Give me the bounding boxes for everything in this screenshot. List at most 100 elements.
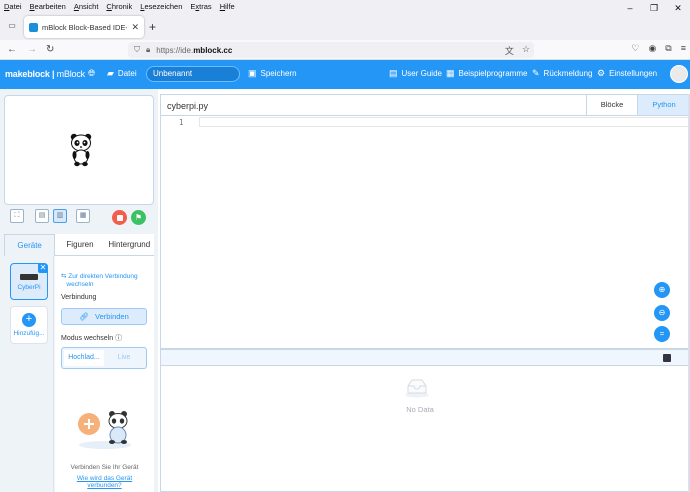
- menu-lesezeichen[interactable]: Lesezeichen: [140, 2, 182, 11]
- bookmark-star-icon[interactable]: ☆: [522, 44, 530, 57]
- grid-view-icon[interactable]: ▦: [76, 209, 90, 223]
- list-all-tabs-icon[interactable]: ▭: [4, 19, 20, 33]
- access-key: A: [73, 1, 79, 11]
- green-flag-icon[interactable]: ⚑: [131, 210, 146, 225]
- plus-icon: +: [22, 313, 36, 327]
- normal-stage-icon[interactable]: ▥: [53, 209, 67, 223]
- logo-product: mBlock: [56, 69, 86, 79]
- device-list: ✕ CyberPi + Hinzufüg...: [4, 256, 54, 492]
- user-guide-label: User Guide: [401, 69, 442, 78]
- feedback-button[interactable]: ✎ Rückmeldung: [532, 68, 592, 79]
- back-icon[interactable]: ←: [7, 43, 17, 57]
- stage[interactable]: [4, 95, 154, 205]
- image-icon: ▦: [446, 68, 455, 78]
- file-menu-button[interactable]: ▰ Datei: [107, 68, 137, 79]
- connection-label: Verbindung: [61, 294, 97, 301]
- line-number: 1: [179, 118, 184, 127]
- menu-extras[interactable]: Extras: [190, 2, 211, 11]
- device-name: CyberPi: [17, 284, 41, 291]
- translate-icon[interactable]: 文: [505, 44, 514, 57]
- tab-devices[interactable]: Geräte: [4, 234, 56, 256]
- how-to-connect-link[interactable]: Wie wird das Gerät verbunden?: [55, 475, 154, 489]
- add-device-button[interactable]: + Hinzufüg...: [10, 306, 48, 344]
- user-avatar[interactable]: [670, 65, 688, 83]
- user-guide-button[interactable]: ▤ User Guide: [389, 68, 442, 79]
- forward-icon[interactable]: →: [27, 43, 37, 57]
- tab-sprites[interactable]: Figuren: [55, 234, 105, 256]
- browser-tab[interactable]: mBlock Block-Based IDE- Codi ✕: [24, 16, 144, 38]
- help-icon[interactable]: ⓘ: [115, 335, 122, 342]
- browser-tab-title: mBlock Block-Based IDE- Codi: [42, 22, 128, 32]
- device-card-cyberpi[interactable]: ✕ CyberPi: [10, 263, 48, 300]
- tab-background[interactable]: Hintergrund: [104, 234, 154, 256]
- editor-mode-tabs: Blöcke Python: [586, 95, 690, 115]
- access-key: C: [106, 1, 112, 11]
- connect-illustration: [78, 411, 131, 449]
- direct-link-line2: wechseln: [66, 281, 94, 288]
- project-name-input[interactable]: Unbenannt: [146, 66, 240, 82]
- zoom-reset-icon[interactable]: =: [654, 326, 670, 342]
- add-device-label: Hinzufüg...: [13, 330, 45, 337]
- how-link-line2: verbunden?: [87, 482, 122, 489]
- direct-connection-link[interactable]: ⇆ Zur direkten Verbindung wechseln: [61, 273, 138, 289]
- new-tab-icon[interactable]: +: [149, 20, 156, 34]
- fullscreen-icon[interactable]: ⛶: [10, 209, 24, 223]
- stage-view-controls: ⛶ ▤ ▥ ▦: [10, 209, 90, 223]
- menu-ansicht[interactable]: Ansicht: [74, 2, 99, 11]
- menu-chronik[interactable]: Chronik: [106, 2, 132, 11]
- access-key: D: [4, 1, 10, 11]
- link-icon: 🔗︎: [79, 312, 89, 321]
- save-icon: ▣: [248, 68, 257, 78]
- current-line-highlight: [199, 117, 690, 127]
- pocket-icon[interactable]: ♡: [631, 43, 639, 54]
- url-bar[interactable]: ⛉ 🔒︎ https://ide.mblock.cc 文 ☆: [128, 42, 534, 58]
- close-tab-icon[interactable]: ✕: [131, 22, 139, 33]
- mode-live[interactable]: Live: [104, 350, 144, 366]
- small-stage-icon[interactable]: ▤: [35, 209, 49, 223]
- access-key: L: [140, 1, 145, 11]
- panda-sprite[interactable]: [68, 133, 94, 167]
- direct-link-line1: Zur direkten Verbindung: [68, 273, 138, 280]
- gear-icon: ⚙: [597, 68, 606, 78]
- settings-label: Einstellungen: [609, 69, 658, 78]
- save-button[interactable]: ▣ Speichern: [248, 68, 297, 79]
- menu-bearbeiten[interactable]: Bearbeiten: [30, 2, 66, 11]
- menu-datei[interactable]: Datei: [4, 2, 22, 11]
- switch-icon: ⇆: [61, 273, 67, 280]
- left-tabs: Geräte Figuren Hintergrund: [4, 234, 154, 256]
- tab-python[interactable]: Python: [638, 95, 690, 115]
- menu-hilfe[interactable]: Hilfe: [220, 2, 235, 11]
- app-header: makeblock | mBlock 🌐︎ ▰ Datei Unbenannt …: [0, 60, 690, 89]
- zoom-in-icon[interactable]: ⊕: [654, 282, 670, 298]
- reload-icon[interactable]: ↻: [46, 43, 54, 57]
- code-area[interactable]: 1 ⊕ ⊖ =: [161, 115, 690, 350]
- zoom-out-icon[interactable]: ⊖: [654, 305, 670, 321]
- left-pane: ⛶ ▤ ▥ ▦ ⚑ Geräte Figuren Hintergrund ✕ C…: [0, 89, 158, 492]
- mode-upload[interactable]: Hochlad...: [64, 350, 104, 366]
- access-key: x: [195, 1, 200, 11]
- navigation-bar: ← → ↻ ⛉ 🔒︎ https://ide.mblock.cc 文 ☆ ♡ ◉…: [0, 40, 690, 60]
- expand-console-icon[interactable]: [663, 354, 671, 362]
- connect-button-label: Verbinden: [95, 312, 129, 321]
- extensions-icon[interactable]: ⧉: [665, 43, 671, 54]
- connect-button[interactable]: 🔗︎ Verbinden: [61, 308, 147, 325]
- account-icon[interactable]: ◉: [648, 43, 656, 54]
- mode-switch: Hochlad... Live: [61, 347, 147, 369]
- shield-icon[interactable]: ⛉: [134, 45, 140, 55]
- menu-icon[interactable]: ≡: [681, 43, 686, 54]
- feedback-icon: ✎: [532, 68, 540, 78]
- tab-blocks[interactable]: Blöcke: [586, 95, 638, 115]
- access-key: B: [29, 1, 35, 11]
- language-button[interactable]: 🌐︎: [88, 68, 95, 79]
- remove-device-icon[interactable]: ✕: [38, 263, 48, 273]
- settings-button[interactable]: ⚙ Einstellungen: [597, 68, 657, 79]
- save-label: Speichern: [260, 69, 297, 78]
- stop-icon[interactable]: [112, 210, 127, 225]
- browser-menubar: Datei Bearbeiten Ansicht Chronik Lesezei…: [0, 0, 690, 12]
- lock-icon[interactable]: 🔒︎: [146, 45, 150, 55]
- console-panel: No Data: [160, 349, 690, 492]
- examples-button[interactable]: ▦ Beispielprogramme: [446, 68, 527, 79]
- url-host: mblock.cc: [193, 45, 233, 55]
- access-key: H: [219, 1, 226, 11]
- console-toolbar: [161, 350, 690, 366]
